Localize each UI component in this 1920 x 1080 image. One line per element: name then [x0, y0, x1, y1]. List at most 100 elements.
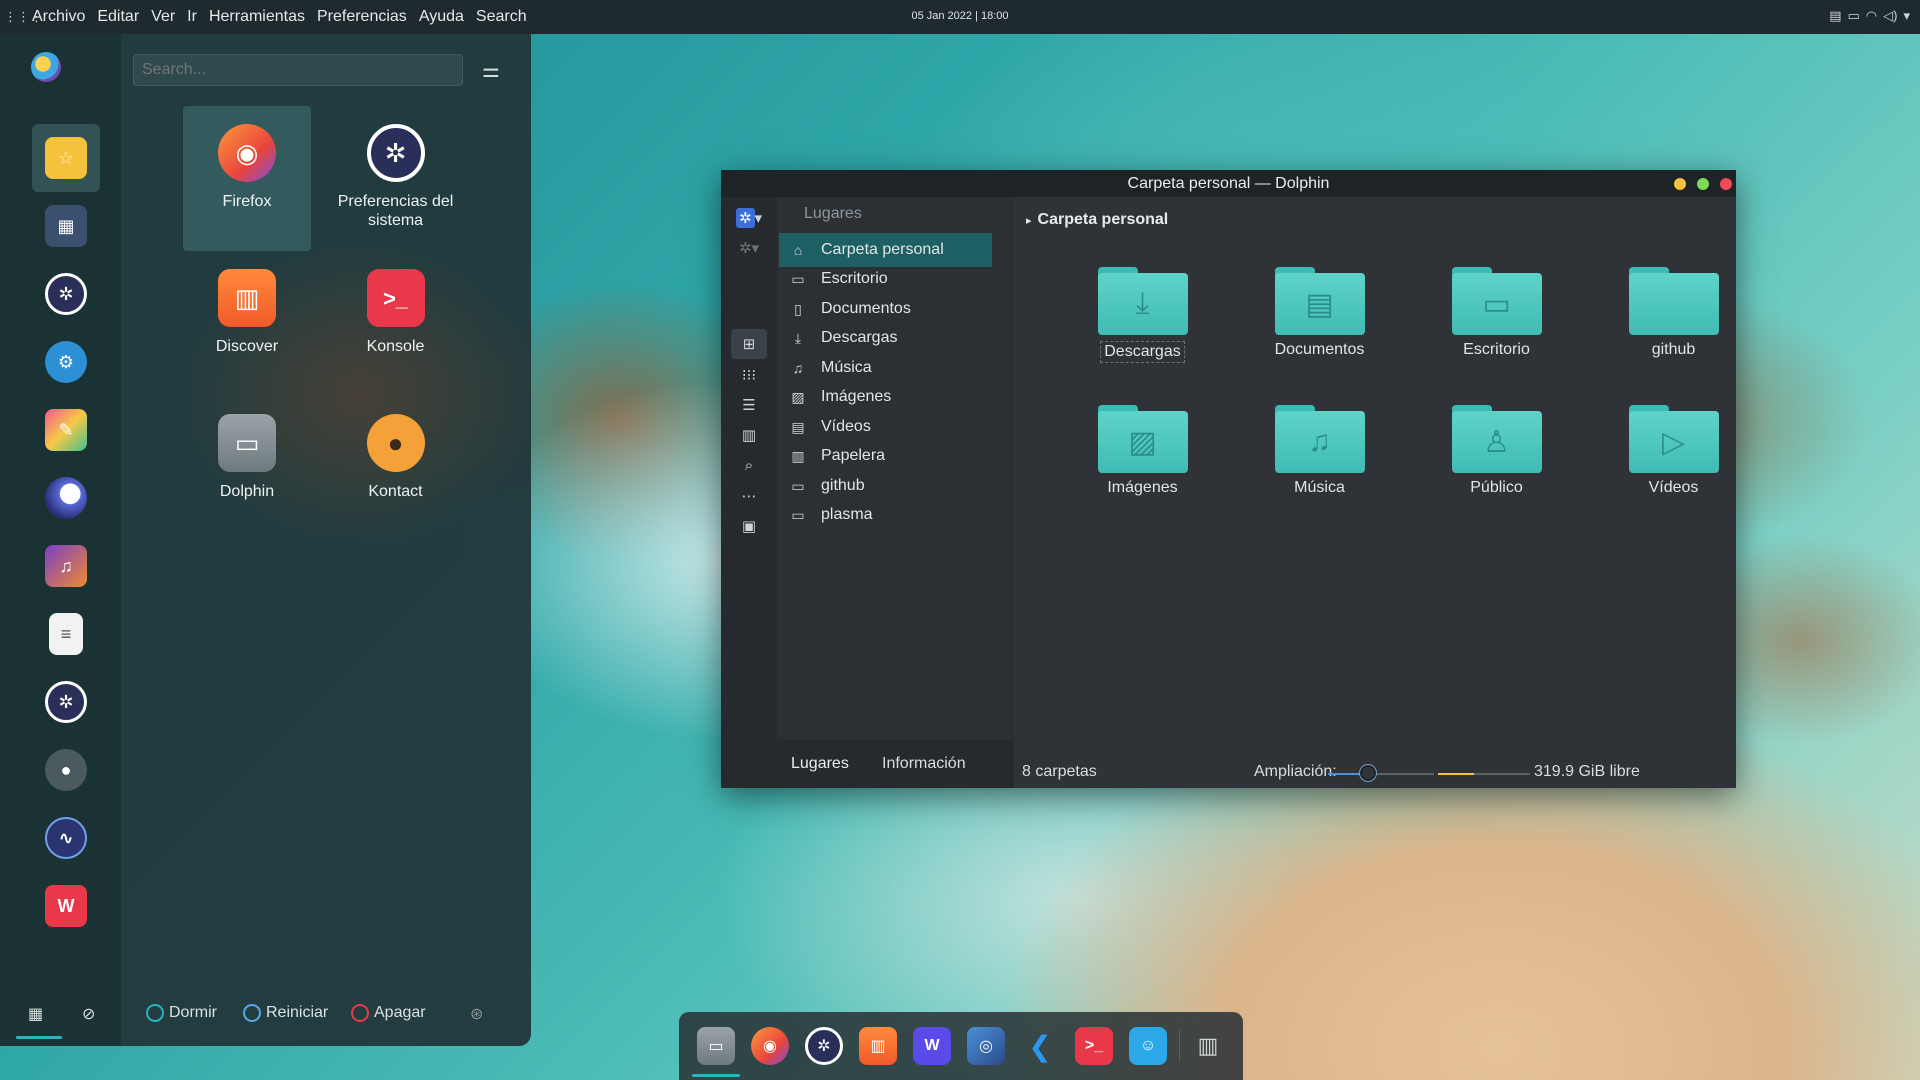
- search-icon[interactable]: ⌕: [731, 450, 767, 480]
- search-input[interactable]: [133, 54, 463, 86]
- dock-settings-icon[interactable]: ✲: [805, 1027, 843, 1065]
- folder-item[interactable]: ♙ Público: [1408, 405, 1585, 543]
- compass-icon[interactable]: ⊘: [82, 1004, 95, 1024]
- settings-wheel-icon: ✲: [45, 681, 87, 723]
- sleep-button[interactable]: Dormir: [146, 1004, 217, 1022]
- menu-ver[interactable]: Ver: [145, 8, 181, 26]
- dock-screenshot-icon[interactable]: ◎: [967, 1027, 1005, 1065]
- media-icon: ♫: [45, 545, 87, 587]
- top-panel: ⋮⋮⋮ Archivo Editar Ver Ir Herramientas P…: [0, 0, 1920, 34]
- fav-audio[interactable]: ∿: [32, 804, 100, 872]
- fav-system-settings[interactable]: ✲: [32, 260, 100, 328]
- breadcrumb[interactable]: ▸ Carpeta personal: [1026, 211, 1168, 229]
- logout-icon[interactable]: ⊛: [470, 1004, 483, 1024]
- app-dolphin[interactable]: ▭ Dolphin: [183, 396, 311, 541]
- place-pictures[interactable]: ▨ Imágenes: [779, 380, 992, 414]
- dock-firefox-icon[interactable]: ◉: [751, 1027, 789, 1065]
- compact-view-icon[interactable]: ⁝⁝⁝: [731, 360, 767, 390]
- settings-wheel-icon: ✲: [45, 273, 87, 315]
- tab-informacion[interactable]: Información: [882, 755, 966, 773]
- apps-grid-icon: ▦: [45, 205, 87, 247]
- place-plasma[interactable]: ▭ plasma: [779, 498, 992, 532]
- app-discover[interactable]: ▥ Discover: [183, 251, 311, 396]
- place-label: Descargas: [821, 329, 898, 346]
- wifi-icon[interactable]: ◠: [1866, 8, 1877, 24]
- volume-icon[interactable]: ◁): [1883, 8, 1897, 24]
- home-icon: ⌂: [793, 242, 803, 258]
- fav-favorites[interactable]: ☆: [32, 124, 100, 192]
- zoom-slider[interactable]: [1328, 773, 1434, 775]
- folder-item[interactable]: ▭ Escritorio: [1408, 267, 1585, 405]
- menu-archivo[interactable]: Archivo: [26, 8, 91, 26]
- more-options-icon[interactable]: ⋯: [731, 481, 767, 511]
- app-system-settings[interactable]: ✲ Preferencias del sistema: [323, 106, 468, 251]
- dock-dolphin-icon[interactable]: ▭: [697, 1027, 735, 1065]
- window-title: Carpeta personal — Dolphin: [1127, 175, 1330, 192]
- fav-text-editor[interactable]: ≡: [32, 600, 100, 668]
- dock-writer-icon[interactable]: W: [913, 1027, 951, 1065]
- fav-config[interactable]: ●: [32, 736, 100, 804]
- restart-icon: [243, 1004, 261, 1022]
- place-label: Vídeos: [821, 418, 871, 435]
- restart-button[interactable]: Reiniciar: [243, 1004, 328, 1022]
- minimize-button[interactable]: [1674, 178, 1686, 190]
- folder-item[interactable]: ⤓ Descargas: [1054, 267, 1231, 405]
- menu-search[interactable]: Search: [470, 8, 533, 26]
- app-launcher: ☆ ▦ ✲ ⚙ ✎ ♫ ≡ ✲ ● ∿ W ⚌ ◉ Firefox ✲ Pref…: [0, 34, 531, 1046]
- fav-krita[interactable]: ✎: [32, 396, 100, 464]
- preview-icon[interactable]: ▣: [731, 511, 767, 541]
- dock-finder-icon[interactable]: ☺: [1129, 1027, 1167, 1065]
- folder-item[interactable]: ♫ Música: [1231, 405, 1408, 543]
- fav-wps[interactable]: W: [32, 872, 100, 940]
- secondary-menu-icon[interactable]: ✲▾: [731, 233, 767, 263]
- application-menu-icon[interactable]: ⋮⋮⋮: [4, 9, 43, 25]
- icons-view-icon[interactable]: ⊞: [731, 329, 767, 359]
- dock-konsole-icon[interactable]: >_: [1075, 1027, 1113, 1065]
- tab-lugares[interactable]: Lugares: [791, 755, 849, 773]
- window-titlebar[interactable]: Carpeta personal — Dolphin: [721, 170, 1736, 197]
- filter-settings-icon[interactable]: ⚌: [482, 58, 500, 83]
- fav-system-settings-2[interactable]: ✲: [32, 668, 100, 736]
- view-toolbar: ✲ ▾ ✲▾ ⊞ ⁝⁝⁝ ☰ ▥ ⌕ ⋯ ▣: [721, 197, 777, 788]
- split-view-icon[interactable]: ▥: [731, 420, 767, 450]
- folder-item[interactable]: github: [1585, 267, 1762, 405]
- menu-preferencias[interactable]: Preferencias: [311, 8, 413, 26]
- dock-trash-icon[interactable]: ▥: [1189, 1027, 1227, 1065]
- dock-discover-icon[interactable]: ▥: [859, 1027, 897, 1065]
- place-desktop[interactable]: ▭ Escritorio: [779, 262, 992, 296]
- contact-icon: ●: [366, 414, 425, 472]
- fav-media[interactable]: ♫: [32, 532, 100, 600]
- maximize-button[interactable]: [1697, 178, 1709, 190]
- browser-icon: [45, 477, 87, 519]
- fav-settings[interactable]: ⚙: [32, 328, 100, 396]
- system-tray: ▤ ▭ ◠ ◁) ▾: [1829, 8, 1910, 24]
- close-button[interactable]: [1720, 178, 1732, 190]
- details-view-icon[interactable]: ☰: [731, 390, 767, 420]
- fav-browser[interactable]: [32, 464, 100, 532]
- shopping-bag-icon: ▥: [218, 269, 276, 327]
- app-konsole[interactable]: >_ Konsole: [323, 251, 468, 396]
- apps-view-icon[interactable]: ▦: [28, 1004, 43, 1024]
- menu-ayuda[interactable]: Ayuda: [413, 8, 470, 26]
- battery-icon[interactable]: ▭: [1848, 8, 1860, 24]
- zoom-slider-handle[interactable]: [1360, 765, 1376, 781]
- menu-editar[interactable]: Editar: [91, 8, 145, 26]
- menu-ir[interactable]: Ir: [181, 8, 203, 26]
- folder-item[interactable]: ▤ Documentos: [1231, 267, 1408, 405]
- shutdown-button[interactable]: Apagar: [351, 1004, 426, 1022]
- app-kontact[interactable]: ● Kontact: [323, 396, 468, 541]
- place-downloads[interactable]: ⤓ Descargas: [779, 321, 992, 355]
- folder-item[interactable]: ▨ Imágenes: [1054, 405, 1231, 543]
- dock-vscode-icon[interactable]: ❮: [1021, 1027, 1059, 1065]
- app-firefox[interactable]: ◉ Firefox: [183, 106, 311, 251]
- folder-item[interactable]: ▷ Vídeos: [1585, 405, 1762, 543]
- tray-expand-icon[interactable]: ▾: [1903, 8, 1910, 24]
- session-bar: ▦ ⊘ Dormir Reiniciar Apagar ⊛: [0, 992, 531, 1038]
- menu-herramientas[interactable]: Herramientas: [203, 8, 311, 26]
- clipboard-icon[interactable]: ▤: [1829, 8, 1841, 24]
- dolphin-menu-icon[interactable]: ✲ ▾: [731, 203, 767, 233]
- place-trash[interactable]: ▥ Papelera: [779, 439, 992, 473]
- fav-applications[interactable]: ▦: [32, 192, 100, 260]
- desktop-icon: ▭: [791, 270, 805, 287]
- folder-icon: ▭: [791, 477, 805, 494]
